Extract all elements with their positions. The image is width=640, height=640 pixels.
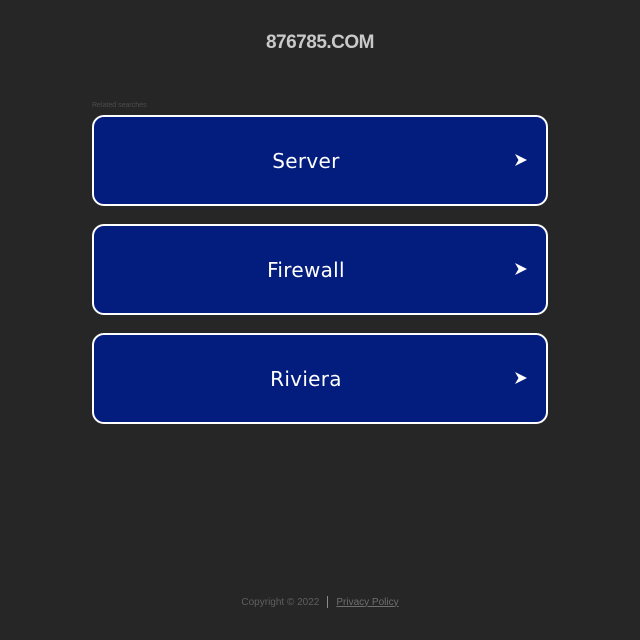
footer-divider <box>327 596 329 608</box>
related-link-server[interactable]: Server <box>92 115 548 206</box>
domain-title: 876785.COM <box>265 32 375 53</box>
related-link-firewall[interactable]: Firewall <box>92 224 548 315</box>
arrow-right-icon <box>515 372 527 384</box>
related-link-riviera[interactable]: Riviera <box>92 333 548 424</box>
related-link-label: Firewall <box>267 257 345 282</box>
arrow-right-icon <box>515 154 527 166</box>
copyright-text: Copyright © 2022 <box>241 596 320 608</box>
related-link-label: Server <box>272 148 340 173</box>
footer: Copyright © 2022 Privacy Policy <box>0 596 640 608</box>
arrow-right-icon <box>515 263 527 275</box>
related-searches-label: Related searches <box>92 102 147 109</box>
privacy-policy-link[interactable]: Privacy Policy <box>336 597 398 608</box>
related-link-label: Riviera <box>270 366 342 391</box>
related-links-list: Server Firewall Riviera <box>92 115 548 442</box>
